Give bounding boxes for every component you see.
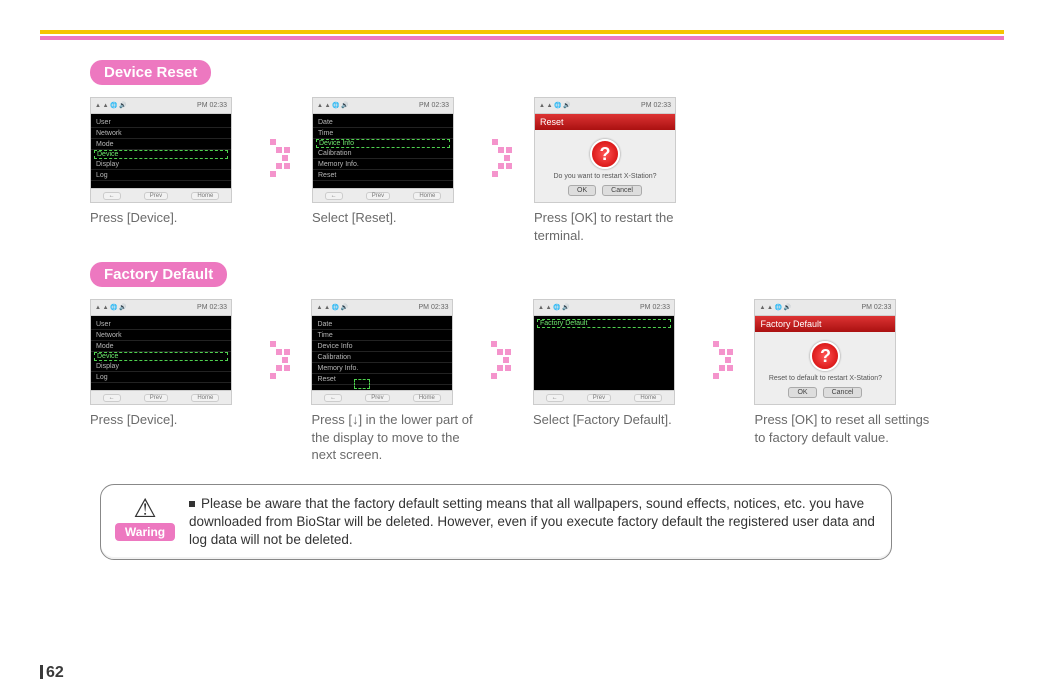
step-2: PM 02:33 Date Time Device Info Calibrati…: [312, 97, 492, 227]
question-icon: ?: [810, 341, 840, 371]
screenshot-thumb: PM 02:33 User Network Mode Device Displa…: [90, 299, 232, 405]
screenshot-thumb: PM 02:33 Reset ? Do you want to restart …: [534, 97, 676, 203]
top-bars: [0, 0, 1044, 40]
arrow-icon: [713, 299, 743, 381]
warning-text: Please be aware that the factory default…: [189, 495, 875, 550]
screenshot-thumb: PM 02:33 Factory Default ←PrevHome: [533, 299, 675, 405]
step-3: PM 02:33 Reset ? Do you want to restart …: [534, 97, 714, 244]
page-content: Device Reset PM 02:33 User Network Mode …: [0, 40, 1044, 570]
step-4: PM 02:33 Factory Default ? Reset to defa…: [754, 299, 954, 446]
dialog-text: Reset to default to restart X-Station?: [769, 375, 882, 383]
arrow-icon: [492, 97, 522, 179]
arrow-icon: [491, 299, 521, 381]
cancel-button: Cancel: [823, 387, 863, 398]
step-1: PM 02:33 User Network Mode Device Displa…: [90, 97, 270, 227]
step-caption: Select [Reset].: [312, 209, 492, 227]
step-caption: Press [Device].: [90, 209, 270, 227]
section-device-reset: Device Reset PM 02:33 User Network Mode …: [90, 60, 954, 244]
section-label: Device Reset: [90, 60, 211, 85]
dialog-title: Factory Default: [755, 316, 895, 332]
dialog-title: Reset: [535, 114, 675, 130]
warning-triangle-icon: ⚠: [133, 495, 156, 521]
step-caption: Press [OK] to restart the terminal.: [534, 209, 714, 244]
section-factory-default: Factory Default PM 02:33 User Network Mo…: [90, 262, 954, 464]
step-2: PM 02:33 Date Time Device Info Calibrati…: [311, 299, 491, 464]
steps-row: PM 02:33 User Network Mode Device Displa…: [90, 299, 954, 464]
arrow-icon: [270, 97, 300, 179]
step-3: PM 02:33 Factory Default ←PrevHome Selec…: [533, 299, 713, 429]
ok-button: OK: [788, 387, 816, 398]
screenshot-thumb: PM 02:33 Factory Default ? Reset to defa…: [754, 299, 896, 405]
page-number: 62: [40, 664, 64, 682]
step-caption: Select [Factory Default].: [533, 411, 713, 429]
dialog-text: Do you want to restart X-Station?: [553, 173, 656, 181]
step-caption: Press [Device].: [90, 411, 270, 429]
bullet-icon: [189, 501, 195, 507]
warning-box: ⚠ Waring Please be aware that the factor…: [100, 484, 892, 561]
step-caption: Press [OK] to reset all settings to fact…: [754, 411, 944, 446]
warning-label: Waring: [115, 523, 175, 541]
step-1: PM 02:33 User Network Mode Device Displa…: [90, 299, 270, 429]
cancel-button: Cancel: [602, 185, 642, 196]
screenshot-thumb: PM 02:33 Date Time Device Info Calibrati…: [311, 299, 453, 405]
warning-icon-block: ⚠ Waring: [115, 495, 175, 541]
arrow-icon: [270, 299, 300, 381]
steps-row: PM 02:33 User Network Mode Device Displa…: [90, 97, 954, 244]
screenshot-thumb: PM 02:33 User Network Mode Device Displa…: [90, 97, 232, 203]
yellow-rule: [40, 30, 1004, 34]
question-icon: ?: [590, 139, 620, 169]
step-caption: Press [↓] in the lower part of the displ…: [311, 411, 491, 464]
ok-button: OK: [568, 185, 596, 196]
section-label: Factory Default: [90, 262, 227, 287]
screenshot-thumb: PM 02:33 Date Time Device Info Calibrati…: [312, 97, 454, 203]
